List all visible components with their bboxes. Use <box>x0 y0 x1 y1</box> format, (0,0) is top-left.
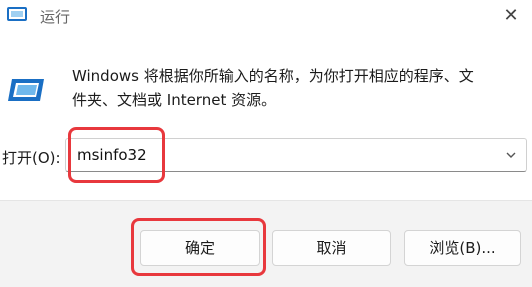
close-button[interactable]: ✕ <box>496 2 526 30</box>
run-app-icon <box>8 79 44 101</box>
title-bar: 运行 ✕ <box>0 0 532 32</box>
description-line-1: Windows 将根据你所输入的名称，为你打开相应的程序、文 <box>72 67 474 85</box>
open-label: 打开(O): <box>2 149 61 167</box>
dialog-body <box>0 32 532 200</box>
run-icon <box>7 7 27 21</box>
browse-button[interactable]: 浏览(B)... <box>404 230 521 266</box>
ok-button[interactable]: 确定 <box>140 230 260 266</box>
close-icon: ✕ <box>503 5 519 26</box>
description-text: Windows 将根据你所输入的名称，为你打开相应的程序、文 件夹、文档或 In… <box>72 64 522 112</box>
description-line-2: 件夹、文档或 Internet 资源。 <box>72 91 277 109</box>
window-title: 运行 <box>40 8 71 26</box>
open-input[interactable]: msinfo32 <box>77 146 147 164</box>
chevron-down-icon[interactable] <box>504 148 518 162</box>
cancel-button[interactable]: 取消 <box>272 230 391 266</box>
open-combobox[interactable]: msinfo32 <box>65 138 527 172</box>
